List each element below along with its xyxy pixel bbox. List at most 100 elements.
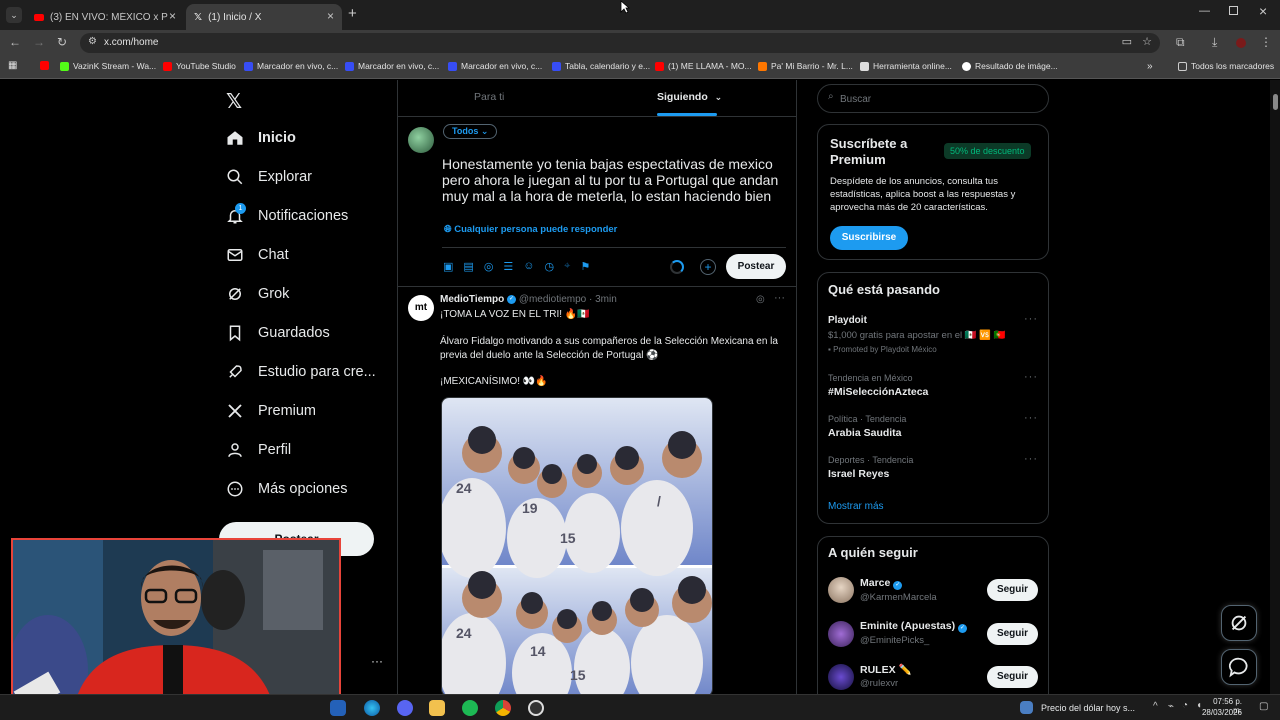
scrollbar-thumb[interactable] [1273, 94, 1278, 110]
address-bar[interactable]: ⚙ x.com/home ▭ ☆ [80, 33, 1160, 53]
clock-date[interactable]: 28/03/2026 [1200, 708, 1242, 717]
sidebar-item-notificaciones[interactable]: 1 Notificaciones [226, 203, 348, 225]
close-tab-icon[interactable]: × [327, 9, 334, 23]
schedule-icon[interactable]: ◷ [545, 260, 555, 273]
post-author[interactable]: MedioTiempo [440, 294, 504, 305]
sidebar-item-inicio[interactable]: Inicio [226, 129, 296, 147]
gif-icon[interactable]: ▤ [463, 260, 473, 273]
bookmark-item[interactable]: Marcador en vivo, c... [244, 61, 338, 71]
trend-item[interactable]: Tendencia en México #MiSelecciónAzteca ·… [818, 371, 1048, 405]
sidebar-item-mas-opciones[interactable]: Más opciones [226, 480, 347, 498]
avatar[interactable] [828, 577, 854, 603]
poll-icon[interactable]: ☰ [503, 260, 513, 273]
new-tab-button[interactable]: + [348, 5, 357, 22]
chat-floating-button[interactable] [1221, 649, 1257, 685]
image-icon[interactable]: ▣ [443, 260, 453, 273]
composer-textarea[interactable]: Honestamente yo tenia bajas espectativas… [442, 156, 782, 204]
spotify-icon[interactable] [462, 700, 478, 716]
follow-button[interactable]: Seguir [987, 579, 1038, 601]
sidebar-item-perfil[interactable]: Perfil [226, 441, 291, 459]
bookmark-item[interactable] [40, 61, 49, 70]
grok-floating-button[interactable] [1221, 605, 1257, 641]
grok-icon[interactable]: ◎ [484, 260, 494, 273]
post-image[interactable]: 24 19 15 / 24 14 15 [441, 397, 713, 694]
discord-icon[interactable] [397, 700, 413, 716]
menu-kebab-icon[interactable]: ⋮ [1260, 35, 1272, 49]
news-widget-icon[interactable] [1020, 701, 1033, 714]
composer-post-button[interactable]: Postear [726, 254, 786, 279]
chrome-icon[interactable] [495, 700, 511, 716]
follow-user-row[interactable]: Marce ✓ @KarmenMarcela Seguir [818, 573, 1048, 609]
apps-grid-icon[interactable]: ▦ [8, 60, 17, 71]
notification-center-icon[interactable]: ▢ [1259, 701, 1268, 712]
trend-more-icon[interactable]: ··· [1024, 412, 1038, 424]
bookmark-star-icon[interactable]: ☆ [1142, 35, 1152, 48]
audience-selector[interactable]: Todos ⌄ [443, 124, 498, 139]
trend-item[interactable]: Deportes · Tendencia Israel Reyes ··· [818, 453, 1048, 487]
tab-list-icon[interactable]: ⌄ [6, 7, 22, 23]
search-input[interactable]: ⌕ Buscar [817, 84, 1049, 113]
tab-para-ti[interactable]: Para ti [474, 91, 504, 103]
trend-more-icon[interactable]: ··· [1024, 313, 1038, 325]
post-handle[interactable]: @mediotiempo [519, 294, 586, 305]
follow-user-row[interactable]: RULEX ✏️ @rulexvr Seguir [818, 660, 1048, 694]
bookmark-item[interactable]: Pa' Mi Barrio - Mr. L... [758, 61, 853, 71]
sidebar-item-grok[interactable]: Grok [226, 285, 289, 303]
follow-button[interactable]: Seguir [987, 666, 1038, 688]
obs-icon[interactable] [528, 700, 544, 716]
emoji-icon[interactable]: ☺ [523, 260, 534, 273]
bookmark-item[interactable]: VazinK Stream - Wa... [60, 61, 156, 71]
post-more-icon[interactable]: ··· [774, 292, 785, 304]
subscribe-button[interactable]: Suscribirse [830, 226, 908, 250]
all-bookmarks-item[interactable]: Todos los marcadores [1178, 61, 1274, 71]
show-more-link[interactable]: Mostrar más [828, 501, 884, 512]
edge-icon[interactable] [364, 700, 380, 716]
minimize-button[interactable]: — [1199, 5, 1210, 17]
trend-more-icon[interactable]: ··· [1024, 371, 1038, 383]
add-post-button[interactable]: + [700, 259, 716, 275]
forward-icon[interactable]: → [33, 35, 45, 49]
reply-setting[interactable]: 🌐︎ Cualquier persona puede responder [444, 224, 617, 235]
file-explorer-icon[interactable] [429, 700, 445, 716]
cast-icon[interactable]: ▭ [1122, 35, 1132, 48]
sidebar-item-estudio[interactable]: Estudio para cre... [226, 363, 376, 381]
news-widget-text[interactable]: Precio del dólar hoy s... [1041, 703, 1135, 713]
trend-more-icon[interactable]: ··· [1024, 453, 1038, 465]
avatar[interactable]: mt [408, 295, 434, 321]
sidebar-item-guardados[interactable]: Guardados [226, 324, 330, 342]
avatar[interactable] [828, 664, 854, 690]
maximize-button[interactable] [1229, 6, 1238, 15]
follow-button[interactable]: Seguir [987, 623, 1038, 645]
sidebar-item-explorar[interactable]: Explorar [226, 168, 312, 186]
x-logo-icon[interactable]: 𝕏 [226, 89, 242, 114]
download-icon[interactable]: ⤓ [1212, 35, 1217, 50]
tab-siguiendo[interactable]: Siguiendo ⌄ [657, 91, 722, 103]
sidebar-item-chat[interactable]: Chat [226, 246, 289, 264]
profile-icon[interactable] [1236, 38, 1246, 48]
bookmark-item[interactable]: Marcador en vivo, c... [448, 61, 542, 71]
follow-user-row[interactable]: Eminite (Apuestas) ✓ @EminitePicks_ Segu… [818, 617, 1048, 653]
flag-icon[interactable]: ⚑ [580, 260, 590, 273]
grok-icon[interactable]: ◎ [756, 294, 765, 305]
extensions-icon[interactable]: ⧉ [1176, 35, 1185, 50]
tray-chevron-icon[interactable]: ^ [1153, 701, 1158, 712]
bookmark-item[interactable]: Tabla, calendario y e... [552, 61, 650, 71]
close-window-button[interactable]: × [1259, 3, 1267, 19]
network-icon[interactable]: ⌁ [1168, 701, 1174, 712]
avatar[interactable] [408, 127, 434, 153]
bookmarks-overflow-icon[interactable]: » [1147, 61, 1153, 72]
tab-youtube[interactable]: (3) EN VIVO: MÉXICO x PORTUGAL × [26, 4, 184, 30]
reload-icon[interactable]: ↻ [57, 35, 67, 49]
sidebar-item-premium[interactable]: Premium [226, 402, 316, 420]
avatar[interactable] [828, 621, 854, 647]
location-icon[interactable]: ⌖ [564, 260, 570, 273]
bookmark-item[interactable]: (1) ME LLAMA - MO... [655, 61, 752, 71]
post-time[interactable]: · 3min [589, 294, 617, 305]
close-tab-icon[interactable]: × [169, 9, 176, 23]
tab-x-home[interactable]: 𝕏 (1) Inicio / X × [186, 4, 342, 30]
account-more-icon[interactable]: ··· [371, 654, 383, 668]
wifi-icon[interactable]: ◔ [1182, 700, 1188, 711]
taskbar-app-icon[interactable] [330, 700, 346, 716]
bookmark-item[interactable]: Herramienta online... [860, 61, 952, 71]
site-info-icon[interactable]: ⚙ [88, 36, 97, 47]
